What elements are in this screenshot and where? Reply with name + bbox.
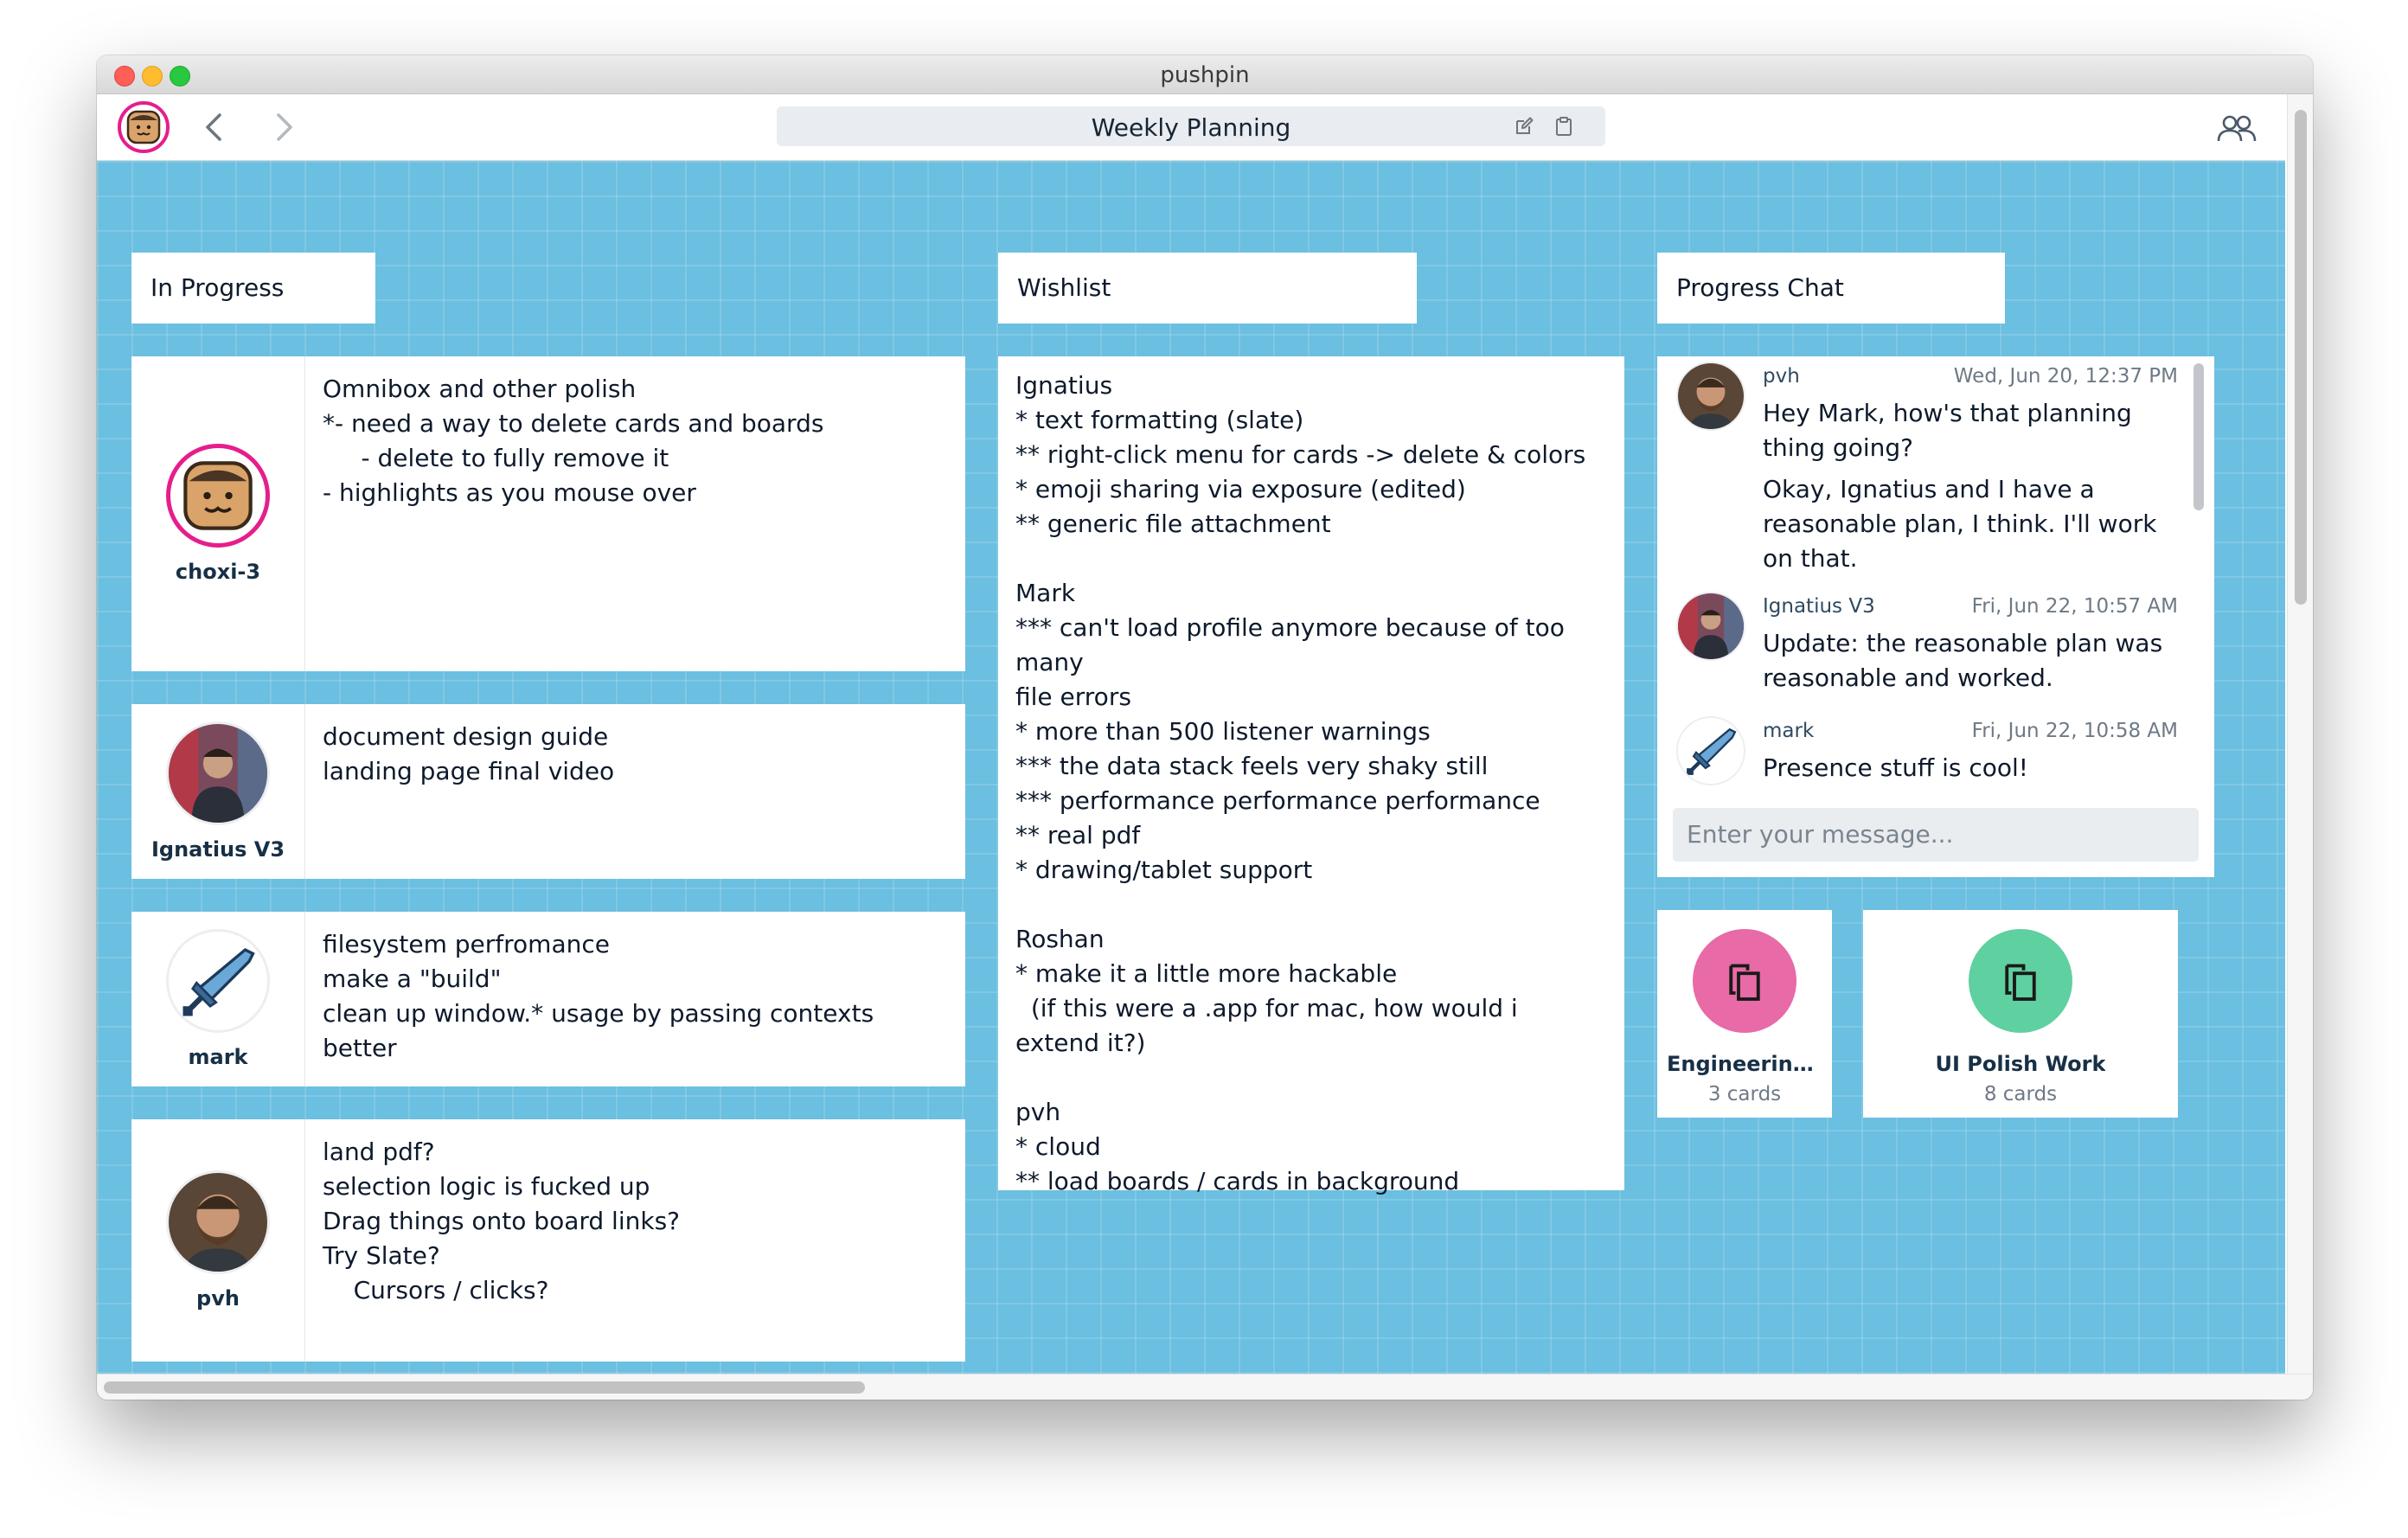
avatar-photo-icon [169, 1173, 267, 1272]
omnibox[interactable]: Weekly Planning [777, 106, 1605, 146]
clipboard-icon[interactable] [1553, 116, 1574, 137]
chat-scrollbar[interactable] [2193, 363, 2204, 510]
chat-message: mark Fri, Jun 22, 10:58 AM Presence stuf… [1676, 716, 2178, 789]
vertical-scrollbar[interactable] [2287, 94, 2313, 1374]
window-title: pushpin [1160, 62, 1250, 88]
chat-timestamp: Fri, Jun 22, 10:58 AM [1971, 720, 2178, 742]
self-avatar-face-icon [126, 110, 161, 144]
avatar [166, 444, 270, 548]
contact-info: Ignatius V3 [131, 704, 305, 879]
board-link-badge [1969, 929, 2072, 1033]
chat-line: Hey Mark, how's that planning thing goin… [1763, 399, 2132, 462]
vertical-scroll-thumb[interactable] [2295, 110, 2307, 605]
chevron-right-icon [277, 113, 292, 141]
contact-info: choxi-3 [131, 356, 305, 671]
board-link-title: Engineering ... [1667, 1052, 1822, 1076]
contact-card-text[interactable]: Omnibox and other polish *- need a way t… [305, 356, 965, 671]
contact-card-pvh[interactable]: pvh land pdf? selection logic is fucked … [131, 1119, 965, 1362]
chat-avatar [1676, 362, 1745, 431]
avatar-photo-icon [169, 724, 267, 823]
title-bar: pushpin [97, 55, 2313, 94]
board-link-ui-polish[interactable]: UI Polish Work 8 cards [1863, 910, 2178, 1118]
edit-icon[interactable] [1514, 116, 1534, 137]
chat-author: pvh [1763, 365, 1800, 388]
chat-line: Update: the reasonable plan was reasonab… [1763, 629, 2163, 692]
toolbar: Weekly Planning [97, 94, 2285, 161]
chat-message: pvh Wed, Jun 20, 12:37 PM Hey Mark, how'… [1676, 362, 2178, 586]
chat-avatar [1676, 716, 1745, 785]
chat-card[interactable]: pvh Wed, Jun 20, 12:37 PM Hey Mark, how'… [1657, 356, 2214, 877]
cards-icon [1729, 964, 1760, 1001]
self-avatar[interactable] [118, 101, 170, 153]
chat-author: mark [1763, 720, 1815, 742]
chat-line: Presence stuff is cool! [1763, 753, 2029, 782]
contact-card-text[interactable]: filesystem perfromance make a "build" cl… [305, 912, 965, 1086]
chat-avatar [1676, 592, 1745, 661]
horizontal-scroll-thumb[interactable] [104, 1381, 865, 1394]
board-link-title: UI Polish Work [1935, 1052, 2106, 1076]
label-card-progress-chat[interactable]: Progress Chat [1657, 253, 2005, 324]
sword-icon [1687, 727, 1737, 775]
contact-name: choxi-3 [175, 560, 261, 584]
chat-message-body: Presence stuff is cool! [1763, 751, 2178, 789]
board-title: Weekly Planning [1091, 113, 1291, 142]
board-link-count: 8 cards [1983, 1083, 2058, 1105]
contact-card-text[interactable]: land pdf? selection logic is fucked up D… [305, 1119, 965, 1362]
contact-name: pvh [196, 1286, 240, 1311]
contact-info: pvh [131, 1119, 305, 1362]
sword-icon [183, 947, 255, 1016]
app-window: pushpin Weekly Planning In Progress Wish… [97, 55, 2313, 1400]
cards-icon [2005, 964, 2036, 1001]
avatar-face-icon [183, 461, 253, 530]
avatar-photo-icon [1678, 363, 1744, 429]
chat-message: Ignatius V3 Fri, Jun 22, 10:57 AM Update… [1676, 592, 2178, 713]
label-card-in-progress[interactable]: In Progress [131, 253, 375, 324]
label-text: In Progress [150, 273, 285, 302]
chat-author: Ignatius V3 [1763, 595, 1875, 618]
contact-card-text[interactable]: document design guide landing page final… [305, 704, 965, 879]
text-card-wishlist[interactable]: Ignatius * text formatting (slate) ** ri… [998, 356, 1624, 1195]
chat-timestamp: Fri, Jun 22, 10:57 AM [1971, 595, 2178, 618]
chat-message-body: Update: the reasonable plan was reasonab… [1763, 626, 2178, 702]
wishlist-text[interactable]: Ignatius * text formatting (slate) ** ri… [998, 356, 1624, 1211]
label-card-wishlist[interactable]: Wishlist [998, 253, 1417, 324]
board-link-badge [1693, 929, 1796, 1033]
contact-name: mark [188, 1045, 248, 1069]
chat-message-input[interactable]: Enter your message... [1673, 808, 2199, 862]
chat-line: Okay, Ignatius and I have a reasonable p… [1763, 475, 2157, 573]
chat-timestamp: Wed, Jun 20, 12:37 PM [1953, 365, 2178, 388]
chat-message-body: Hey Mark, how's that planning thing goin… [1763, 396, 2178, 583]
avatar [166, 721, 270, 825]
label-text: Progress Chat [1676, 273, 1844, 302]
forward-button[interactable] [266, 108, 301, 146]
avatar-photo-icon [1678, 593, 1744, 659]
contact-card-mark[interactable]: mark filesystem perfromance make a "buil… [131, 912, 965, 1086]
avatar [166, 1170, 270, 1274]
label-text: Wishlist [1017, 273, 1111, 302]
contact-card-choxi[interactable]: choxi-3 Omnibox and other polish *- need… [131, 356, 965, 671]
board-link-count: 3 cards [1707, 1083, 1782, 1105]
chevron-left-icon [206, 113, 221, 141]
avatar [166, 929, 270, 1033]
back-button[interactable] [197, 108, 232, 146]
board-canvas[interactable]: In Progress Wishlist Progress Chat choxi… [97, 161, 2285, 1374]
people-icon[interactable] [2216, 113, 2258, 143]
contact-name: Ignatius V3 [150, 837, 285, 862]
chat-message-list[interactable]: pvh Wed, Jun 20, 12:37 PM Hey Mark, how'… [1657, 356, 2192, 789]
horizontal-scrollbar[interactable] [97, 1374, 2313, 1400]
contact-info: mark [131, 912, 305, 1086]
contact-card-ignatius[interactable]: Ignatius V3 document design guide landin… [131, 704, 965, 879]
board-link-engineering[interactable]: Engineering ... 3 cards [1657, 910, 1832, 1118]
